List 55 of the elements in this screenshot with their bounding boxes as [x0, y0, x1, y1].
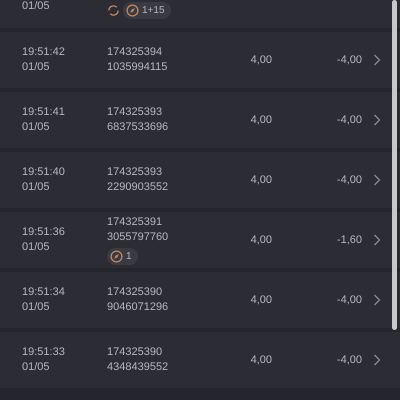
time-text: 19:51:36 [22, 226, 66, 239]
time-text: 19:51:40 [22, 166, 66, 179]
date-text: 01/05 [22, 181, 51, 194]
date-text: 01/05 [22, 0, 51, 13]
ticket-number: 9046071296 [107, 301, 170, 314]
chevron-right-icon [373, 114, 381, 126]
amount-text: -1,60 [336, 234, 362, 246]
transaction-row[interactable]: 19:51:41 01/05 174325393 6837533696 4,00 -4,00 [0, 92, 400, 148]
quantity-text: 4,00 [250, 114, 272, 126]
scrollbar[interactable] [392, 0, 397, 330]
amount-text: -4,00 [336, 354, 362, 366]
amount-text: -4,00 [336, 294, 362, 306]
compass-icon [110, 250, 123, 262]
ticket-number: 4348439552 [107, 361, 170, 374]
amount-text: -4,00 [336, 174, 362, 186]
quantity-text: 4,00 [250, 294, 272, 306]
chevron-right-icon [373, 174, 381, 186]
date-text: 01/05 [22, 241, 51, 254]
order-number: 174325391 [107, 216, 164, 228]
order-number: 174325390 [107, 286, 164, 299]
transaction-row[interactable]: 19:51:33 01/05 174325390 4348439552 4,00 -4,00 [0, 332, 400, 388]
transaction-row[interactable]: 01/05 1+15 [0, 0, 400, 28]
badge-count: 1 [126, 250, 132, 262]
quantity-text: 4,00 [250, 234, 272, 246]
chevron-right-icon [373, 294, 381, 306]
transaction-row[interactable]: 19:51:40 01/05 174325393 2290903552 4,00 -4,00 [0, 152, 400, 208]
quantity-text: 4,00 [250, 54, 272, 66]
ticket-number: 2290903552 [107, 181, 170, 194]
order-number: 174325393 [107, 106, 164, 119]
transaction-row[interactable]: 19:51:36 01/05 174325391 3055797760 1 4,00 -1,60 [0, 212, 400, 268]
badge-count: 1+15 [142, 5, 165, 16]
amount-text: -4,00 [336, 114, 362, 126]
compass-icon [126, 4, 139, 17]
time-text: 19:51:42 [22, 46, 66, 59]
ticket-number: 1035994115 [107, 61, 168, 74]
date-text: 01/05 [22, 61, 51, 74]
quantity-text: 4,00 [250, 174, 272, 186]
chevron-right-icon [373, 234, 381, 246]
chevron-right-icon [373, 54, 381, 66]
date-text: 01/05 [22, 361, 51, 374]
ticket-number: 6837533696 [107, 121, 170, 134]
time-text: 19:51:34 [22, 286, 66, 299]
order-number: 174325393 [107, 166, 164, 179]
transaction-row[interactable]: 19:51:34 01/05 174325390 9046071296 4,00 -4,00 [0, 272, 400, 328]
time-text: 19:51:33 [22, 346, 66, 359]
date-text: 01/05 [22, 301, 51, 314]
ticket-number: 3055797760 [107, 230, 170, 244]
chevron-right-icon [373, 354, 381, 366]
transaction-row[interactable]: 19:51:42 01/05 174325394 1035994115 4,00 -4,00 [0, 32, 400, 88]
amount-text: -4,00 [336, 54, 362, 66]
time-text: 19:51:41 [22, 106, 66, 119]
date-text: 01/05 [22, 121, 51, 134]
order-number: 174325394 [107, 46, 164, 59]
quantity-text: 4,00 [250, 354, 272, 366]
order-number: 174325390 [107, 346, 164, 359]
